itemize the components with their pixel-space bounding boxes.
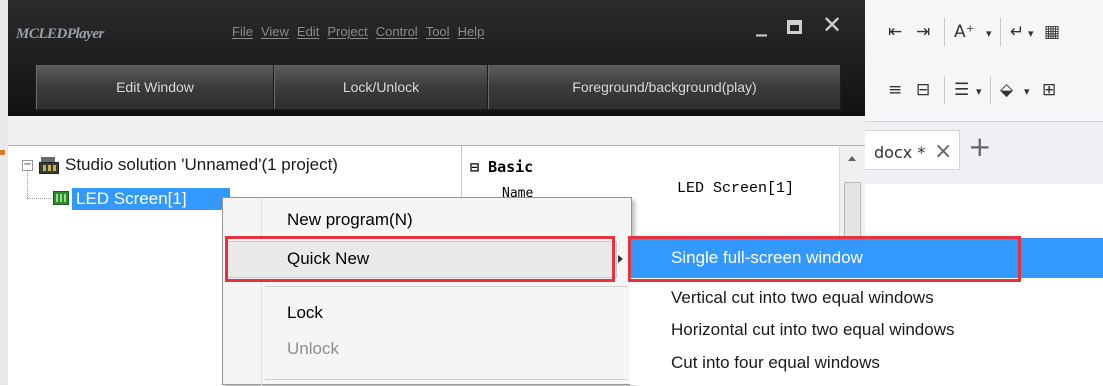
tree-connector — [27, 198, 51, 199]
menu-item-unlock: Unlock — [287, 339, 339, 358]
chevron-down-icon[interactable]: ▾ — [976, 82, 982, 102]
edge-marker — [0, 150, 5, 155]
distribute-icon[interactable]: ⊟ — [916, 80, 930, 100]
tree-item-led-screen[interactable]: LED Screen[1] — [72, 188, 230, 210]
background-window-edge — [0, 0, 8, 385]
line-spacing-icon[interactable]: ☰ — [954, 80, 969, 100]
ribbon-divider — [944, 76, 945, 104]
led-screen-icon — [53, 191, 69, 205]
document-tab-label: docx * — [874, 143, 926, 162]
submenu-item-four-cut[interactable]: Cut into four equal windows — [671, 353, 880, 373]
highlight-box-single-window — [628, 236, 1021, 282]
highlight-box-quick-new — [225, 236, 615, 282]
scroll-up-icon[interactable] — [848, 156, 856, 161]
ribbon-divider — [1000, 18, 1001, 46]
ribbon-divider — [990, 76, 991, 104]
submenu-arrow-icon — [618, 255, 623, 263]
panel-header-band — [8, 116, 865, 146]
close-icon[interactable]: ✕ — [822, 13, 842, 37]
submenu-item-horizontal-cut[interactable]: Horizontal cut into two equal windows — [671, 320, 954, 340]
collapse-icon[interactable]: ⊟ — [470, 158, 479, 176]
menu-edit[interactable]: Edit — [297, 24, 319, 39]
chevron-down-icon[interactable]: ▾ — [1024, 82, 1030, 102]
menu-item-new-program[interactable]: New program(N) — [287, 210, 413, 230]
shading-icon[interactable]: ⬙ — [1000, 80, 1013, 100]
menu-view[interactable]: View — [261, 24, 289, 39]
menu-help[interactable]: Help — [458, 24, 485, 39]
ribbon-toolbar: ⇤ ⇥ A⁺ ▾ ↵ ▾ ▦ ≡ ⊟ ☰ ▾ ⬙ ▾ ⊞ — [860, 0, 1103, 122]
title-bar: MCLEDPlayer File View Edit Project Contr… — [8, 0, 865, 116]
chevron-down-icon[interactable]: ▾ — [986, 24, 992, 44]
document-tab[interactable]: docx * × — [860, 130, 960, 170]
minimize-icon[interactable]: _ — [756, 14, 767, 36]
foreground-background-button[interactable]: Foreground/background(play) — [488, 65, 840, 109]
align-icon[interactable]: ≡ — [888, 80, 902, 100]
property-group-label: Basic — [488, 158, 534, 176]
menu-file[interactable]: File — [232, 24, 253, 39]
menu-bar: File View Edit Project Control Tool Help — [232, 24, 484, 39]
collapse-icon[interactable]: − — [22, 160, 33, 171]
chevron-down-icon[interactable]: ▾ — [1028, 24, 1034, 44]
app-logo: MCLEDPlayer — [16, 26, 104, 42]
context-menu: New program(N) Quick New Lock Unlock — [222, 197, 632, 386]
borders-icon[interactable]: ⊞ — [1042, 80, 1056, 100]
property-value[interactable]: LED Screen[1] — [677, 180, 794, 197]
decrease-indent-icon[interactable]: ⇤ — [888, 22, 902, 42]
property-group-basic[interactable]: ⊟ Basic — [470, 158, 533, 176]
menu-separator — [265, 286, 627, 287]
main-toolbar: Edit Window Lock/Unlock Foreground/backg… — [35, 64, 841, 110]
new-tab-button[interactable]: + — [968, 130, 991, 163]
increase-indent-icon[interactable]: ⇥ — [916, 22, 930, 42]
change-case-icon[interactable]: A⁺ — [954, 22, 975, 42]
edit-window-button[interactable]: Edit Window — [36, 65, 274, 109]
ribbon-divider — [944, 18, 945, 46]
menu-item-lock[interactable]: Lock — [287, 303, 323, 323]
submenu-item-vertical-cut[interactable]: Vertical cut into two equal windows — [671, 288, 934, 308]
lock-unlock-button[interactable]: Lock/Unlock — [274, 65, 488, 109]
menu-tool[interactable]: Tool — [426, 24, 450, 39]
menu-project[interactable]: Project — [327, 24, 367, 39]
tree-connector — [27, 168, 28, 198]
menu-gutter — [261, 198, 262, 386]
maximize-icon[interactable] — [787, 20, 802, 34]
menu-separator — [265, 379, 627, 380]
close-icon[interactable]: × — [934, 139, 952, 164]
window-controls: _ ✕ — [756, 13, 842, 37]
solution-icon — [39, 157, 59, 174]
table-icon[interactable]: ▦ — [1044, 22, 1060, 42]
tree-item-solution[interactable]: Studio solution 'Unnamed'(1 project) — [65, 155, 338, 175]
line-break-icon[interactable]: ↵ — [1010, 22, 1024, 42]
document-tab-bar: docx * × + — [860, 122, 1103, 184]
menu-control[interactable]: Control — [376, 24, 418, 39]
